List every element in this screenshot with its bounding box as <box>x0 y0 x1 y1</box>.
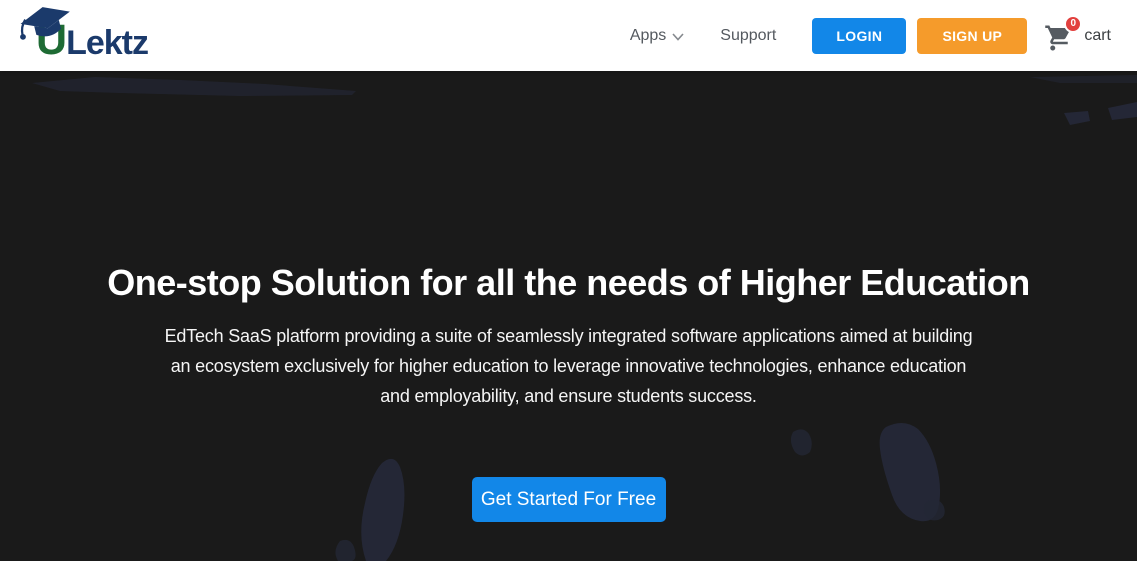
hero-description-line: and employability, and ensure students s… <box>380 386 757 406</box>
nav-item-support[interactable]: Support <box>720 27 776 45</box>
hero-description-line: EdTech SaaS platform providing a suite o… <box>164 326 973 346</box>
nav-item-support-label: Support <box>720 26 777 44</box>
logo-letters-lektz: Lektz <box>66 24 149 62</box>
ulektz-logo[interactable]: ULektz <box>18 0 149 71</box>
hero-description-line: an ecosystem exclusively for higher educ… <box>170 356 967 376</box>
signup-button[interactable]: SIGN UP <box>917 17 1028 54</box>
cart-icon-wrap: 0 <box>1044 14 1083 52</box>
header-nav: Apps Support LOGIN SIGN UP 0 cart <box>630 14 1111 54</box>
hero-description: EdTech SaaS platform providing a suite o… <box>0 321 1137 411</box>
hero-content: One-stop Solution for all the needs of H… <box>0 71 1137 522</box>
login-button[interactable]: LOGIN <box>812 17 907 54</box>
chevron-down-icon <box>672 32 684 41</box>
cart-count-badge: 0 <box>1064 14 1083 33</box>
graduation-cap-icon <box>20 7 70 40</box>
get-started-button[interactable]: Get Started For Free <box>471 477 666 522</box>
hero-section: One-stop Solution for all the needs of H… <box>0 71 1137 561</box>
nav-item-apps[interactable]: Apps <box>630 27 684 45</box>
nav-item-apps-label: Apps <box>629 26 667 44</box>
cart-label: cart <box>1084 26 1111 44</box>
top-navigation-bar: ULektz Apps Support LOGIN SIGN UP 0 cart <box>0 0 1137 71</box>
hero-title: One-stop Solution for all the needs of H… <box>107 262 1030 303</box>
cart-button[interactable]: 0 cart <box>1044 14 1111 52</box>
page: ULektz Apps Support LOGIN SIGN UP 0 cart… <box>0 0 1137 561</box>
